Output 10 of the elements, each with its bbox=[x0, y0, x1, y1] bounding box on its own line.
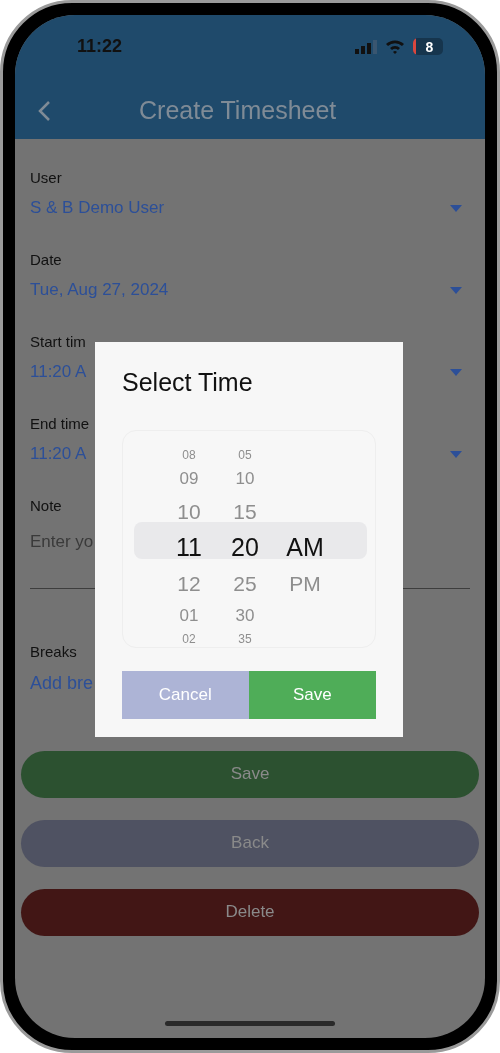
status-time: 11:22 bbox=[77, 35, 123, 58]
field-label: Date bbox=[30, 250, 62, 270]
dialog-title: Select Time bbox=[122, 370, 254, 395]
screen-title: Create Timesheet bbox=[139, 95, 337, 126]
field-label: Start tim bbox=[30, 332, 86, 352]
field-label: User bbox=[30, 168, 62, 188]
field-label: Note bbox=[30, 496, 62, 516]
breaks-label: Breaks bbox=[30, 642, 77, 662]
field-label: End time bbox=[30, 414, 90, 434]
battery-icon: 8 bbox=[413, 38, 443, 55]
